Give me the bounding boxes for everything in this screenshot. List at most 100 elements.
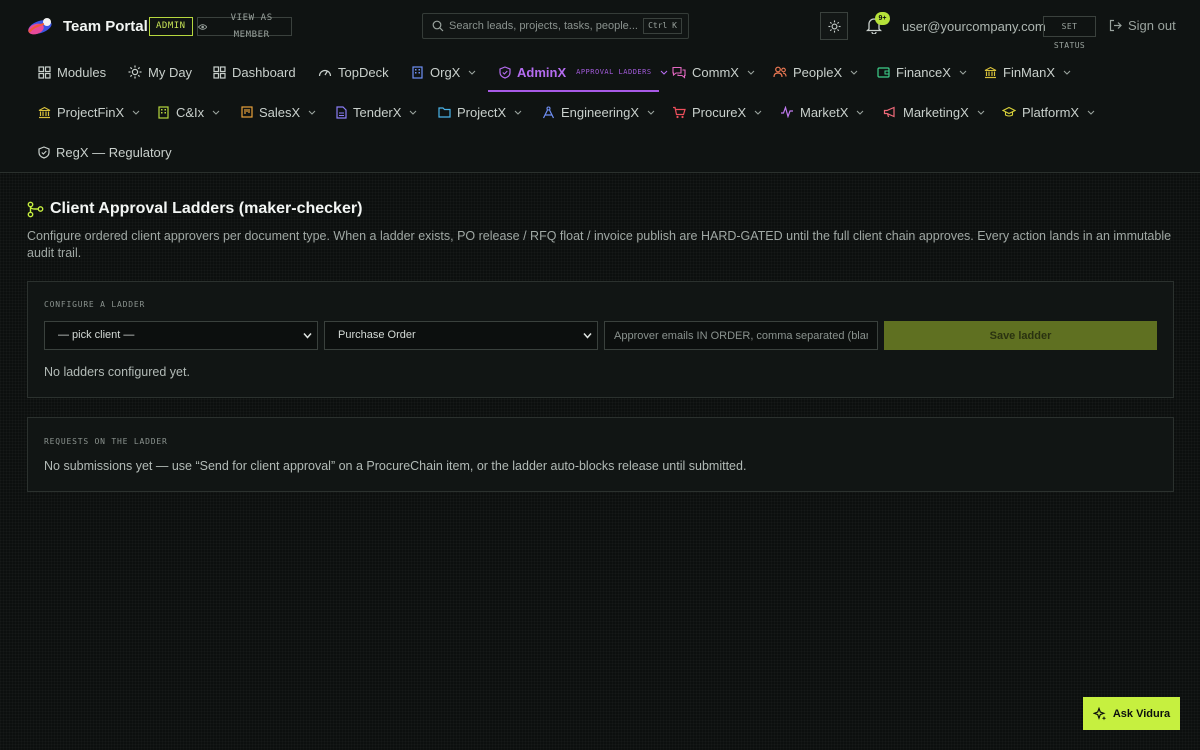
nav-item-adminx[interactable]: AdminX APPROVAL LADDERS — [499, 52, 668, 92]
bank-icon — [984, 66, 997, 78]
nav-item-procurex[interactable]: ProcureX — [672, 92, 762, 132]
theme-toggle-button[interactable] — [820, 12, 848, 40]
nav-item-my-day[interactable]: My Day — [128, 52, 192, 92]
brand-name: Team Portal — [63, 18, 148, 35]
chevron-down-icon — [410, 110, 417, 115]
chevron-down-icon — [857, 110, 864, 115]
user-email[interactable]: user@yourcompany.com — [902, 19, 1046, 34]
nav-label: CommX — [692, 64, 739, 80]
nav-label: EngineeringX — [561, 104, 640, 120]
nav-item-financex[interactable]: FinanceX — [877, 52, 967, 92]
kanban-icon — [241, 106, 253, 118]
bank-icon — [38, 106, 51, 118]
nav-label: FinManX — [1003, 64, 1056, 80]
nav-label: SalesX — [259, 104, 301, 120]
sign-out-button[interactable]: Sign out — [1109, 18, 1176, 33]
configure-ladder-heading: CONFIGURE A LADDER — [44, 300, 146, 309]
view-as-member-button[interactable]: VIEW AS MEMBER — [197, 13, 292, 40]
cart-icon — [673, 106, 686, 118]
nav-item-topdeck[interactable]: TopDeck — [318, 52, 389, 92]
configure-ladder-panel: CONFIGURE A LADDER — pick client — Purch… — [27, 281, 1174, 398]
nav-label: MarketX — [800, 104, 849, 120]
page-heading: Client Approval Ladders (maker-checker) — [27, 200, 362, 218]
nav-label: Dashboard — [232, 64, 296, 80]
view-as-member-label: VIEW AS MEMBER — [230, 12, 273, 40]
search-input[interactable] — [449, 18, 644, 34]
building-icon — [412, 65, 423, 79]
nav-item-commx[interactable]: CommX — [672, 52, 755, 92]
notification-count-badge: 9+ — [875, 12, 890, 25]
nav-item-c-and-ix[interactable]: C&Ix — [157, 92, 220, 132]
compass-icon — [542, 105, 555, 118]
grid-icon — [38, 65, 51, 79]
grid-icon — [213, 65, 226, 79]
nav-label: RegX — Regulatory — [56, 144, 172, 160]
document-icon — [336, 105, 347, 119]
chevron-down-icon — [747, 70, 755, 75]
nav-label: TopDeck — [338, 64, 389, 80]
nav-item-platformx[interactable]: PlatformX — [1002, 92, 1095, 132]
set-status-button[interactable]: SET STATUS — [1043, 16, 1096, 50]
chevron-down-icon — [959, 70, 967, 75]
approver-emails-input[interactable] — [604, 321, 878, 350]
nav-label: ProjectX — [457, 104, 507, 120]
nav-label: TenderX — [353, 104, 402, 120]
nav-label: AdminX — [517, 64, 567, 80]
chevron-down-icon — [132, 110, 140, 115]
nav-item-salesx[interactable]: SalesX — [241, 92, 316, 132]
nav-item-marketingx[interactable]: MarketingX — [883, 92, 985, 132]
page-description: Configure ordered client approvers per d… — [27, 229, 1172, 260]
brand-logo-icon[interactable] — [26, 16, 54, 36]
document-type-select-value: Purchase Order — [338, 329, 416, 341]
sparkles-icon — [1092, 706, 1107, 720]
people-icon — [773, 66, 787, 78]
folder-icon — [438, 107, 451, 118]
nav-item-projectx[interactable]: ProjectX — [438, 92, 522, 132]
nav-label: Modules — [57, 64, 107, 80]
nav-item-marketx[interactable]: MarketX — [780, 92, 864, 132]
sign-out-label: Sign out — [1128, 18, 1176, 33]
chevron-down-icon — [212, 110, 220, 115]
chat-icon — [672, 66, 686, 79]
gauge-icon — [318, 69, 332, 77]
chevron-down-icon — [468, 70, 476, 75]
chevron-down-icon — [977, 110, 985, 115]
nav-item-finmanx[interactable]: FinManX — [984, 52, 1071, 92]
nav-sublabel: APPROVAL LADDERS — [576, 68, 652, 76]
client-select-value: — pick client — — [58, 329, 135, 341]
client-select[interactable]: — pick client — — [44, 321, 318, 350]
search-shortcut: Ctrl K — [643, 18, 682, 34]
nav-label: FinanceX — [896, 64, 951, 80]
nav-item-engineeringx[interactable]: EngineeringX — [542, 92, 655, 132]
ask-vidura-button[interactable]: Ask Vidura — [1083, 697, 1180, 730]
chevron-down-icon — [1063, 70, 1071, 75]
nav-label: My Day — [148, 64, 193, 80]
nav-item-regx[interactable]: RegX — Regulatory — [38, 132, 172, 172]
megaphone-icon — [883, 106, 895, 118]
ask-vidura-label: Ask Vidura — [1112, 707, 1171, 720]
shield-icon — [499, 65, 511, 79]
nav-item-projectfinx[interactable]: ProjectFinX — [38, 92, 140, 132]
nav-item-orgx[interactable]: OrgX — [411, 52, 476, 92]
nav-label: ProjectFinX — [57, 104, 125, 120]
search-icon — [432, 20, 444, 32]
top-bar: Team Portal ADMIN VIEW AS MEMBER Ctrl K … — [0, 0, 1200, 52]
nav-item-peoplex[interactable]: PeopleX — [773, 52, 858, 92]
requests-empty-state: No submissions yet — use “Send for clien… — [44, 459, 747, 473]
building-icon — [158, 105, 169, 119]
save-ladder-button[interactable]: Save ladder — [884, 321, 1157, 350]
nav-item-dashboard[interactable]: Dashboard — [213, 52, 296, 92]
nav-item-tenderx[interactable]: TenderX — [336, 92, 417, 132]
module-nav-row-3: RegX — Regulatory — [0, 132, 1200, 172]
global-search[interactable]: Ctrl K — [422, 13, 689, 39]
git-branch-icon — [27, 201, 44, 217]
nav-item-modules[interactable]: Modules — [38, 52, 106, 92]
nav-label: ProcureX — [692, 104, 747, 120]
nav-label: MarketingX — [903, 104, 969, 120]
chevron-down-icon — [583, 333, 592, 339]
document-type-select[interactable]: Purchase Order — [324, 321, 598, 350]
chevron-down-icon — [303, 333, 312, 339]
ladder-requests-heading: REQUESTS ON THE LADDER — [44, 437, 168, 446]
chevron-down-icon — [754, 110, 762, 115]
sign-out-icon — [1109, 19, 1122, 32]
